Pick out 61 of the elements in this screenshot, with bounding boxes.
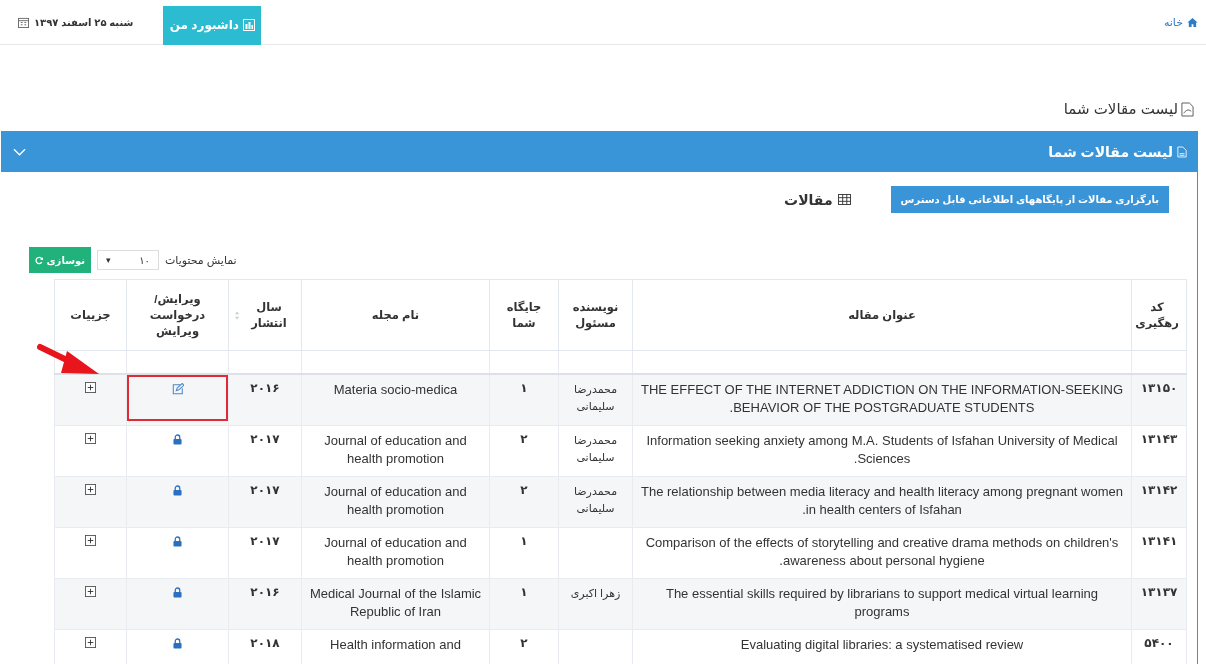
column-header[interactable]: عنوان مقاله xyxy=(632,279,1132,351)
column-header[interactable]: نویسنده مسئول xyxy=(558,279,633,351)
table-cell: محمدرضا سلیمانی xyxy=(558,374,633,426)
section-title: مقالات xyxy=(784,191,833,208)
column-header[interactable]: سال انتشار xyxy=(228,279,302,351)
column-header[interactable]: کد رهگیری xyxy=(1131,279,1187,351)
table-cell: ۵۴۰۰ xyxy=(1131,629,1187,664)
panel-title: لیست مقالات شما xyxy=(1048,144,1173,160)
expand-icon[interactable] xyxy=(85,484,96,495)
calendar-icon xyxy=(18,16,29,28)
expand-icon[interactable] xyxy=(85,637,96,648)
refresh-icon xyxy=(35,255,44,265)
table-cell: THE EFFECT OF THE INTERNET ADDICTION ON THE INFORMATION-SEEKING BEHAVIOR OF THE POSTGRADUATE STUDENTS. xyxy=(632,374,1132,426)
table-cell: ۱۳۱۴۱ xyxy=(1131,527,1187,579)
table-cell: محمدرضا سلیمانی xyxy=(558,476,633,528)
column-header[interactable]: جایگاه شما xyxy=(489,279,559,351)
column-header[interactable]: نام مجله xyxy=(301,279,490,351)
table-cell: Medical Journal of the Islamic Republic of Iran xyxy=(301,578,490,630)
page-length-label: نمایش محتویات xyxy=(165,253,237,267)
table-cell: ۲۰۱۶ xyxy=(228,578,302,630)
table-cell: Comparison of the effects of storytelling and creative drama methods on children's awareness about personal hygiene. xyxy=(632,527,1132,579)
table-icon xyxy=(837,194,851,205)
table-cell: ۲۰۱۷ xyxy=(228,425,302,477)
document-icon xyxy=(1177,146,1187,158)
expand-icon[interactable] xyxy=(85,535,96,546)
table-cell: ۱ xyxy=(489,578,559,630)
table-cell: ۱۳۱۵۰ xyxy=(1131,374,1187,426)
table-cell: ۲ xyxy=(489,476,559,528)
table-cell: Journal of education and health promotion xyxy=(301,476,490,528)
table-cell: ۲ xyxy=(489,425,559,477)
table-cell: ۱۳۱۴۲ xyxy=(1131,476,1187,528)
table-cell: ۱۳۱۳۷ xyxy=(1131,578,1187,630)
table-cell: ۲۰۱۶ xyxy=(228,374,302,426)
document-icon xyxy=(1181,101,1194,117)
home-link[interactable]: خانه xyxy=(1163,15,1198,29)
table-cell: ۱۳۱۴۳ xyxy=(1131,425,1187,477)
edit-icon[interactable] xyxy=(171,383,184,395)
expand-icon[interactable] xyxy=(85,382,96,393)
table-cell: The essential skills required by librarians to support medical virtual learning programs xyxy=(632,578,1132,630)
table-cell: Journal of education and health promotion xyxy=(301,425,490,477)
table-cell: Materia socio-medica xyxy=(301,374,490,426)
expand-icon[interactable] xyxy=(85,433,96,444)
page-length-select[interactable]: ۱۰ ▾ xyxy=(97,250,159,270)
collapse-icon[interactable] xyxy=(13,148,26,156)
table-cell: زهرا اکبری xyxy=(558,578,633,630)
table-cell: Information seeking anxiety among M.A. Students of Isfahan University of Medical Sciences. xyxy=(632,425,1132,477)
table-cell: محمدرضا سلیمانی xyxy=(558,425,633,477)
home-icon xyxy=(1187,16,1198,28)
table-cell: ۱ xyxy=(489,374,559,426)
table-cell: The relationship between media literacy and health literacy among pregnant women in health centers of Isfahan. xyxy=(632,476,1132,528)
column-header[interactable]: جزییات xyxy=(54,279,127,351)
table-cell: Journal of education and health promotion xyxy=(301,527,490,579)
table-cell: ۲۰۱۷ xyxy=(228,476,302,528)
date-text: شنبه ۲۵ اسفند ۱۳۹۷ xyxy=(34,16,134,28)
expand-icon[interactable] xyxy=(85,586,96,597)
table-cell: ۲۰۱۷ xyxy=(228,527,302,579)
chart-icon xyxy=(242,19,255,31)
page-title: لیست مقالات شما xyxy=(1063,100,1178,118)
table-cell: ۱ xyxy=(489,527,559,579)
column-header[interactable]: ویرایش/ درخواست ویرایش xyxy=(126,279,229,351)
pointer-arrow xyxy=(37,342,101,376)
